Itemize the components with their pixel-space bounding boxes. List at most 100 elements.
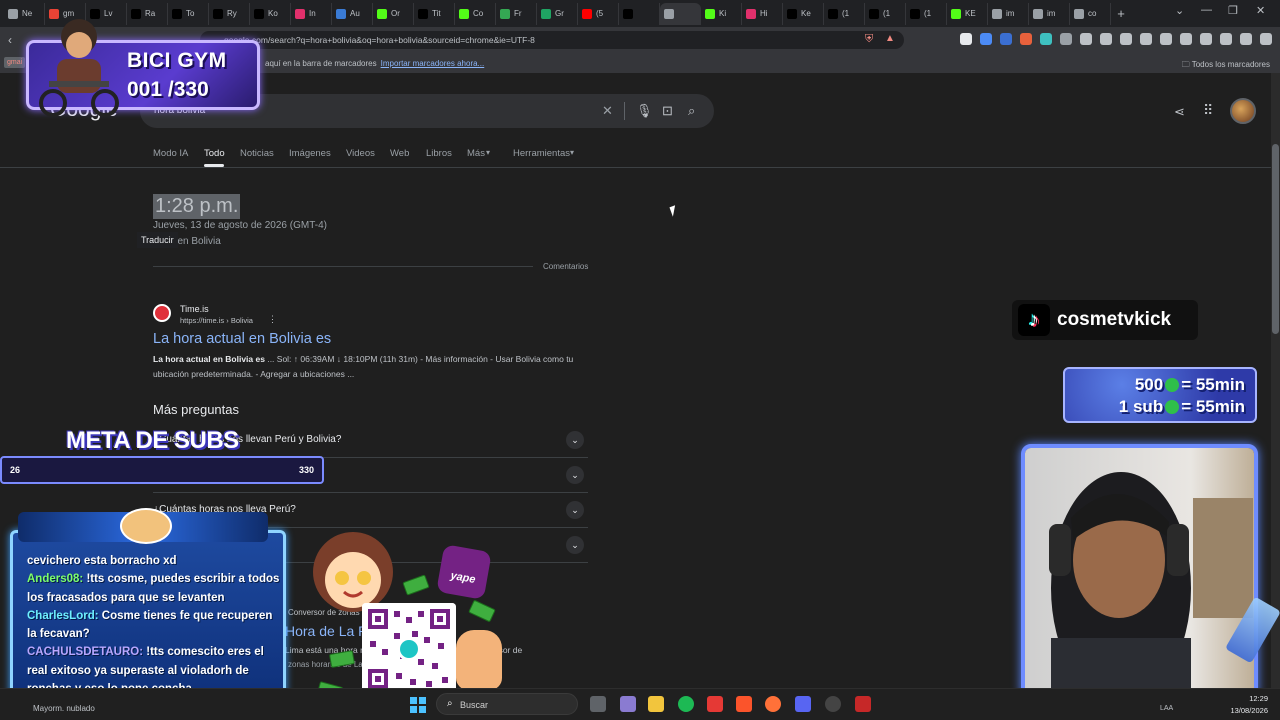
browser-tab[interactable]: im <box>988 2 1029 25</box>
task-view-icon[interactable] <box>590 696 606 712</box>
account-avatar[interactable] <box>1230 98 1256 124</box>
chevron-down-icon[interactable]: ⌄ <box>566 536 584 554</box>
app-red-icon[interactable] <box>707 696 723 712</box>
bookmark-gmail[interactable]: gmai <box>4 57 26 68</box>
chevron-down-icon[interactable]: ⌄ <box>566 466 584 484</box>
browser-tab[interactable]: Fr <box>496 2 537 25</box>
result-more-icon[interactable]: ⋮ <box>268 314 277 325</box>
new-tab-button[interactable]: + <box>1111 6 1131 21</box>
file-explorer-icon[interactable] <box>648 696 664 712</box>
browser-tab[interactable]: Au <box>332 2 373 25</box>
extension-icon[interactable] <box>1080 33 1092 45</box>
discord-icon[interactable] <box>795 696 811 712</box>
brave-shield-icon[interactable]: ⛨ <box>865 33 873 46</box>
ai-sparkle-icon[interactable] <box>1220 33 1232 45</box>
chat-username: Anders08: <box>27 573 84 586</box>
wallet-icon[interactable] <box>1200 33 1212 45</box>
search-tab[interactable]: Web <box>390 148 409 159</box>
extension-icon[interactable] <box>1000 33 1012 45</box>
browser-tab[interactable]: KE <box>947 2 988 25</box>
browser-tab[interactable] <box>660 2 701 25</box>
extension-icon[interactable] <box>1040 33 1052 45</box>
taskbar-clock[interactable]: 12:29 13/08/2026 <box>1230 693 1268 717</box>
reading-list-icon[interactable] <box>1160 33 1172 45</box>
brave-browser-icon[interactable] <box>736 696 752 712</box>
browser-tab[interactable]: (1 <box>824 2 865 25</box>
rewards-icon[interactable]: ▲ <box>885 33 895 44</box>
result-url[interactable]: https://time.is › Bolivia <box>180 316 253 325</box>
browser-tab[interactable]: To <box>168 2 209 25</box>
search-tab[interactable]: Videos <box>346 148 375 159</box>
search-icon[interactable]: ⌕ <box>688 103 695 119</box>
extension-icon[interactable] <box>980 33 992 45</box>
browser-tab[interactable]: im <box>1029 2 1070 25</box>
browser-tab[interactable]: (1 <box>906 2 947 25</box>
scrollbar-thumb[interactable] <box>1272 144 1279 334</box>
search-tab[interactable]: Todo <box>204 148 225 159</box>
extension-icon[interactable] <box>1020 33 1032 45</box>
media-icon[interactable] <box>1140 33 1152 45</box>
taskbar-search[interactable]: ⌕ Buscar <box>436 693 578 715</box>
browser-tab[interactable]: Ry <box>209 2 250 25</box>
browser-tab[interactable]: Gr <box>537 2 578 25</box>
address-bar-url: google.com/search?q=hora+bolivia&oq=hora… <box>224 35 535 45</box>
extension-icon[interactable] <box>1060 33 1072 45</box>
browser-tab[interactable]: In <box>291 2 332 25</box>
address-bar[interactable]: google.com/search?q=hora+bolivia&oq=hora… <box>200 31 904 49</box>
browser-tab[interactable]: Ko <box>250 2 291 25</box>
browser-tab[interactable]: Co <box>455 2 496 25</box>
search-tab[interactable]: Herramientas <box>513 148 570 159</box>
input-language[interactable]: LAA <box>1160 705 1173 712</box>
weather-widget[interactable]: Mayorm. nublado <box>33 704 95 713</box>
timeis-favicon <box>153 304 171 322</box>
spotify-icon[interactable] <box>678 696 694 712</box>
browser-tab[interactable]: (1 <box>865 2 906 25</box>
browser-tab[interactable]: Ki <box>701 2 742 25</box>
rate-line-1-value: = 55min <box>1181 375 1245 394</box>
browser-tab[interactable] <box>619 2 660 25</box>
search-tab[interactable]: Modo IA <box>153 148 188 159</box>
minimize-button[interactable]: — <box>1201 4 1212 16</box>
search-tab[interactable]: Imágenes <box>289 148 331 159</box>
browser-tab[interactable]: (5 <box>578 2 619 25</box>
close-window-button[interactable]: ✕ <box>1256 4 1265 17</box>
browser-tab[interactable]: Or <box>373 2 414 25</box>
vpn-shield-icon[interactable] <box>1240 33 1252 45</box>
back-button[interactable]: ‹ <box>8 33 12 47</box>
download-icon[interactable] <box>1120 33 1132 45</box>
windows-start-icon[interactable] <box>410 697 426 713</box>
extension-icon[interactable] <box>960 33 972 45</box>
firefox-icon[interactable] <box>765 696 781 712</box>
search-tab[interactable]: Más <box>467 148 485 159</box>
feedback-link[interactable]: Comentarios <box>543 262 588 271</box>
sidebar-icon[interactable] <box>1180 33 1192 45</box>
search-tab[interactable]: Libros <box>426 148 452 159</box>
import-bookmarks-link[interactable]: Importar marcadores ahora... <box>381 59 485 68</box>
voice-search-icon[interactable]: 🎙 <box>636 103 653 119</box>
clear-search-icon[interactable]: ✕ <box>602 103 613 119</box>
menu-icon[interactable] <box>1260 33 1272 45</box>
browser-tab[interactable]: Tit <box>414 2 455 25</box>
share-icon[interactable]: ⋖ <box>1174 104 1185 120</box>
extensions-puzzle-icon[interactable] <box>1100 33 1112 45</box>
browser-tab[interactable]: Ra <box>127 2 168 25</box>
browser-tab[interactable]: Ke <box>783 2 824 25</box>
tab-favicon-icon <box>746 8 756 19</box>
lens-search-icon[interactable]: ⊡ <box>662 103 673 119</box>
maximize-button[interactable]: ❐ <box>1228 4 1238 17</box>
all-bookmarks-button[interactable]: 🗀 Todos los marcadores <box>1182 59 1270 73</box>
result-title-link[interactable]: La hora actual en Bolivia es <box>153 331 331 347</box>
translate-popup[interactable]: Traducir <box>137 232 178 248</box>
chevron-down-icon[interactable]: ⌄ <box>566 431 584 449</box>
search-tab[interactable]: Noticias <box>240 148 274 159</box>
obs-icon[interactable] <box>825 696 841 712</box>
google-apps-icon[interactable]: ⠿ <box>1203 102 1213 119</box>
app-dark-red-icon[interactable] <box>855 696 871 712</box>
app-settings-icon[interactable] <box>620 696 636 712</box>
rate-line-1-amount: 500 <box>1134 375 1164 394</box>
browser-tab[interactable]: Hi <box>742 2 783 25</box>
result-site-name[interactable]: Time.is <box>180 304 209 314</box>
browser-tab[interactable]: co <box>1070 2 1111 25</box>
tab-search-icon[interactable]: ⌄ <box>1175 4 1184 17</box>
chevron-down-icon[interactable]: ⌄ <box>566 501 584 519</box>
